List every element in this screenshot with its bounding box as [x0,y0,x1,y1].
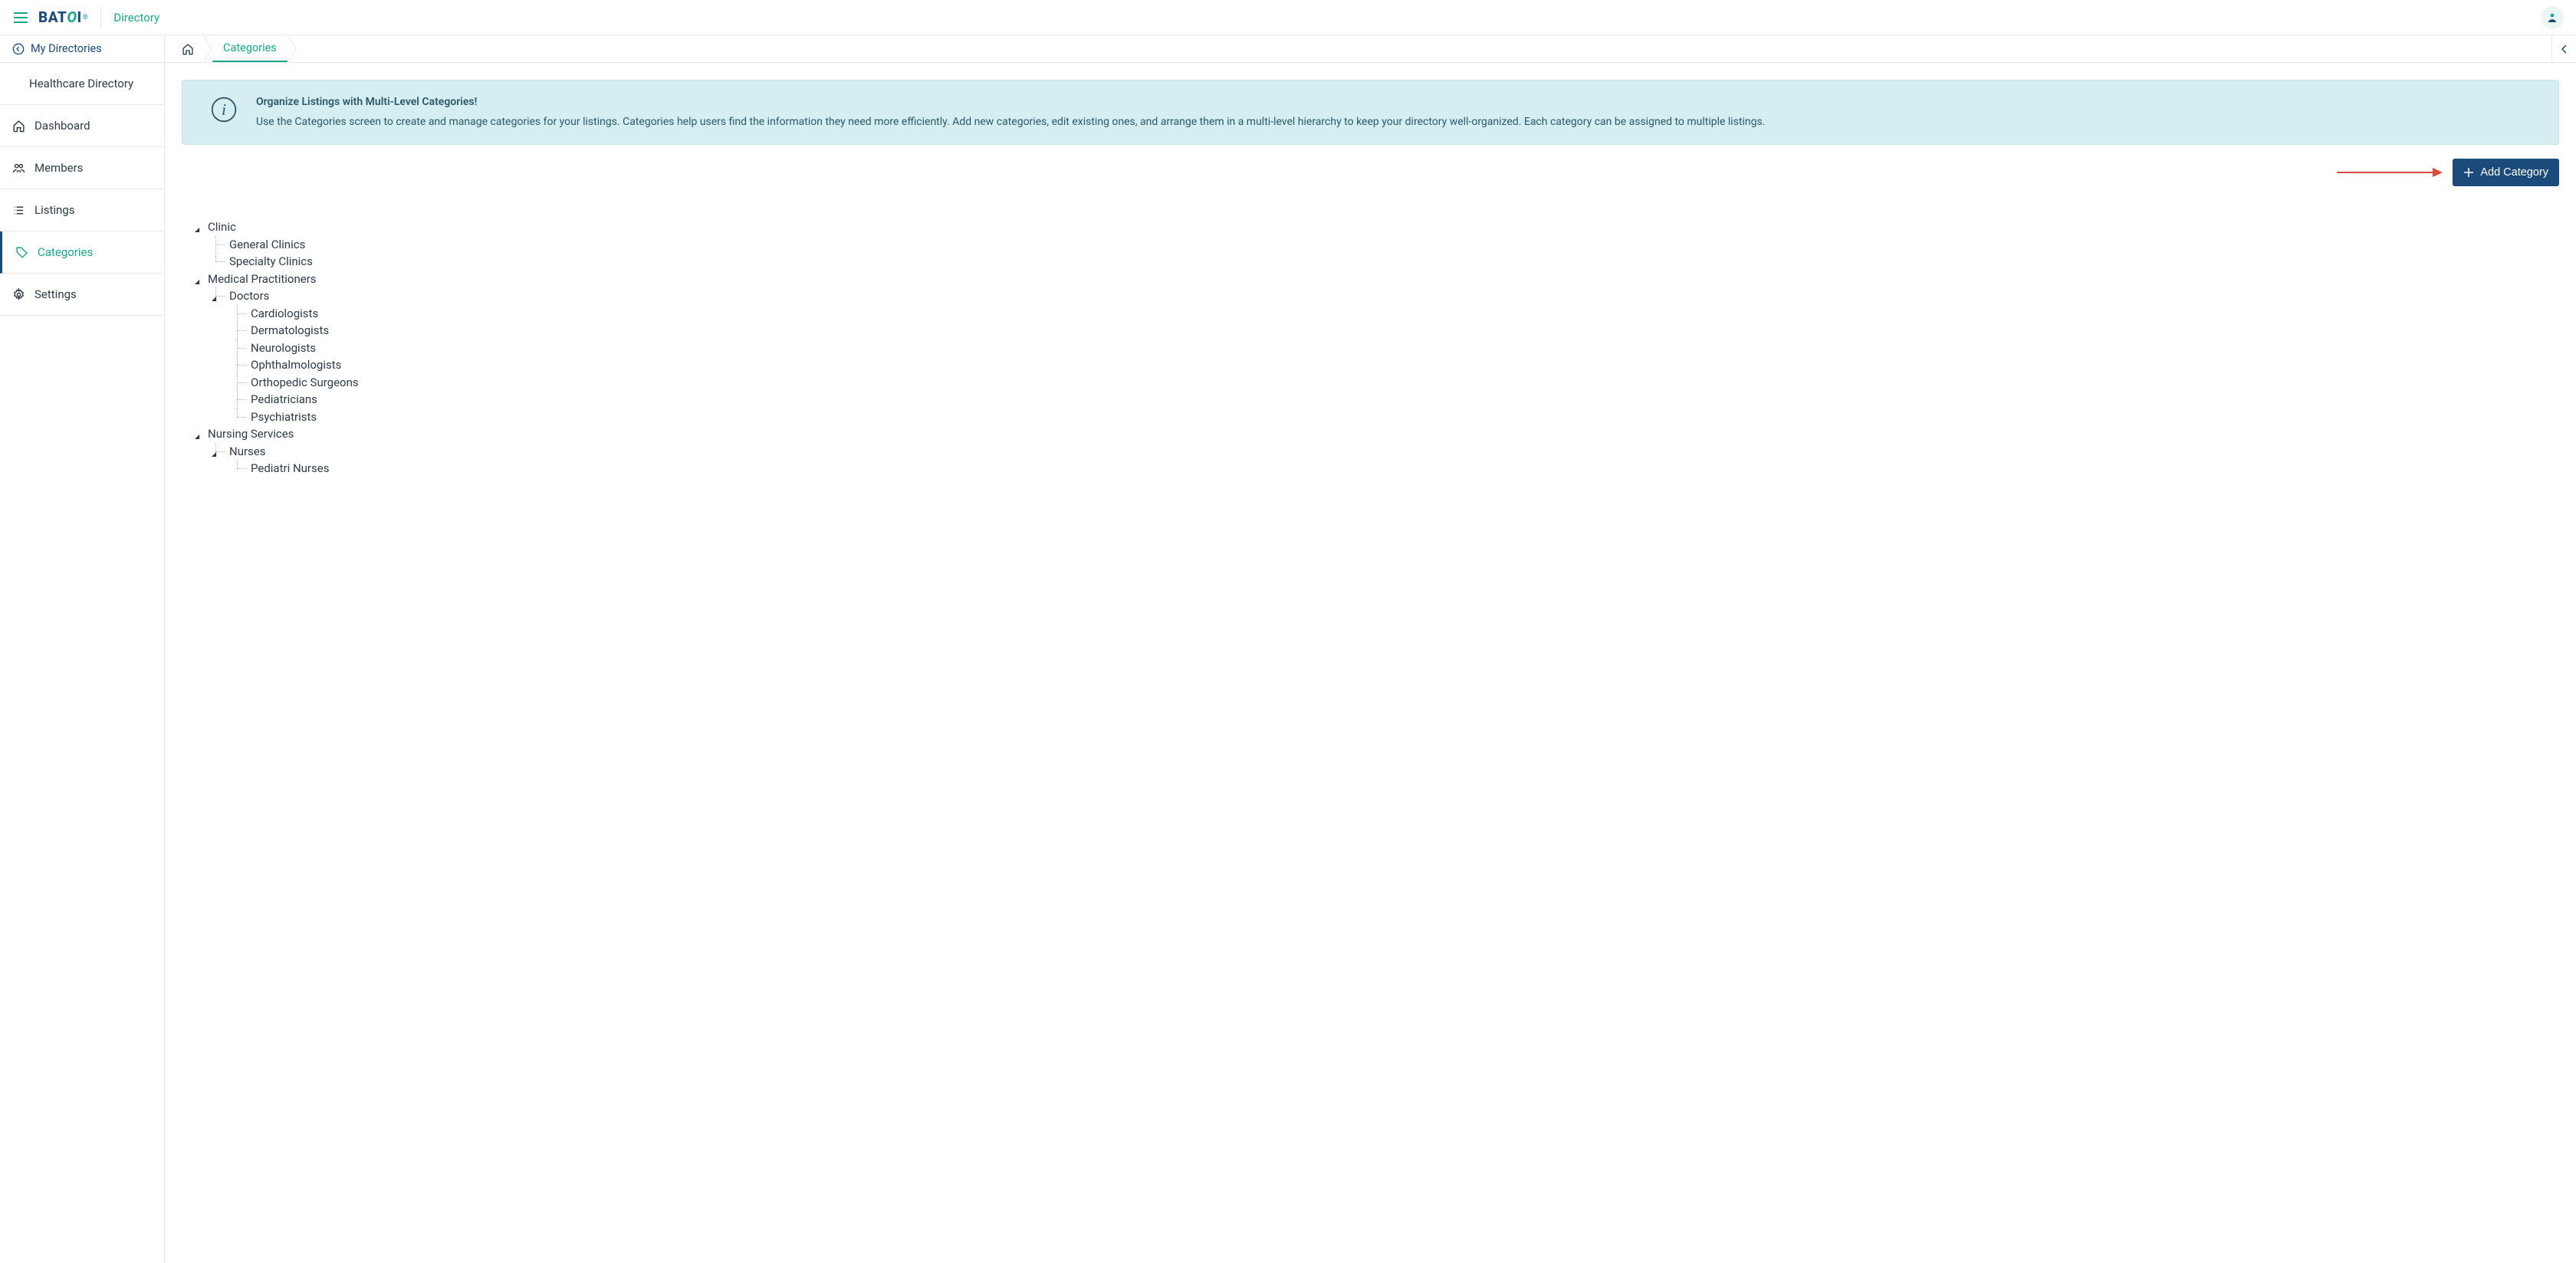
tree-node: Clinic General Clinics Specialty Clinics [199,218,2559,271]
breadcrumb-label: Categories [223,41,277,54]
tree-node-label[interactable]: Neurologists [251,341,316,355]
tree-node: Nursing Services Nurses Pediatri Nurses [199,425,2559,477]
home-icon [182,43,194,55]
sidebar-item-label: Settings [34,287,77,301]
tree-toggle-icon[interactable] [195,274,202,281]
sidebar-title: Healthcare Directory [0,63,164,105]
main-content: Categories i Organize Listings with Mult… [165,35,2576,1263]
tree-node: Pediatricians [237,391,2559,408]
sidebar-back-label: My Directories [31,42,102,55]
tree-node: Ophthalmologists [237,356,2559,374]
tree-node: Doctors Cardiologists Dermatologists Neurol… [215,287,2559,425]
tree-node: Nurses Pediatri Nurses [215,443,2559,477]
action-row: Add Category [182,159,2559,186]
tree-node-label[interactable]: Dermatologists [251,323,329,337]
sidebar-item-members[interactable]: Members [0,147,164,189]
sidebar: My Directories Healthcare Directory Dash… [0,35,165,1263]
gear-icon [12,288,25,301]
breadcrumb-categories[interactable]: Categories [212,35,288,62]
logo-text-part3: I [77,8,82,26]
info-icon: i [210,96,238,126]
banner-title: Organize Listings with Multi-Level Categ… [256,94,1765,111]
logo-text-part1: BAT [38,8,67,26]
logo[interactable]: BATOI® [38,7,101,28]
user-avatar-button[interactable] [2541,6,2564,29]
tree-node-label[interactable]: Psychiatrists [251,410,317,424]
tree-node-label[interactable]: Pediatricians [251,392,317,406]
svg-text:i: i [222,100,226,119]
sidebar-item-settings[interactable]: Settings [0,274,164,316]
sidebar-item-label: Members [34,161,83,175]
tree-node-label[interactable]: Doctors [229,289,269,303]
tree-node: Pediatri Nurses [237,460,2559,477]
tree-node: Orthopedic Surgeons [237,374,2559,392]
tree-node-label[interactable]: Cardiologists [251,307,318,320]
sidebar-item-label: Categories [38,245,93,259]
tree-node: Dermatologists [237,322,2559,340]
tree-node-label[interactable]: Ophthalmologists [251,358,341,372]
sidebar-item-label: Dashboard [34,119,90,133]
collapse-panel-button[interactable] [2551,35,2576,62]
tree-node-label[interactable]: Orthopedic Surgeons [251,376,359,389]
breadcrumb-separator [288,35,297,62]
sidebar-item-categories[interactable]: Categories [0,231,164,274]
sidebar-item-listings[interactable]: Listings [0,189,164,231]
category-tree: Clinic General Clinics Specialty Clinics Me… [199,218,2559,477]
add-category-label: Add Category [2480,166,2548,179]
annotation-arrow [2337,165,2444,180]
banner-body: Use the Categories screen to create and … [256,114,1765,131]
tree-node-label[interactable]: Nursing Services [208,427,294,441]
info-banner: i Organize Listings with Multi-Level Cat… [182,80,2559,145]
tree-node: Psychiatrists [237,408,2559,426]
back-arrow-icon [12,43,25,55]
sidebar-item-dashboard[interactable]: Dashboard [0,105,164,147]
tree-node-label[interactable]: General Clinics [229,238,305,251]
breadcrumb-separator [203,35,212,62]
breadcrumb-home[interactable] [182,35,203,62]
plus-icon [2463,167,2474,178]
sidebar-nav: Dashboard Members Listings Categories Se… [0,105,164,316]
user-icon [2545,11,2559,25]
tree-node-label[interactable]: Medical Practitioners [208,272,317,286]
sidebar-item-label: Listings [34,203,74,217]
tree-node: Specialty Clinics [215,253,2559,271]
tags-icon [15,246,28,259]
tree-node-label[interactable]: Clinic [208,220,236,234]
home-icon [12,120,25,133]
top-bar: BATOI® Directory [0,0,2576,35]
chevron-left-icon [2561,44,2568,54]
tree-toggle-icon[interactable] [212,446,219,454]
logo-text-part2: O [67,8,77,26]
tree-node-label[interactable]: Pediatri Nurses [251,461,329,475]
tree-node: Medical Practitioners Doctors Cardiologist… [199,271,2559,426]
add-category-button[interactable]: Add Category [2453,159,2559,186]
tree-toggle-icon[interactable] [212,290,219,298]
tree-node-label[interactable]: Nurses [229,445,266,458]
breadcrumb-bar: Categories [165,35,2576,63]
hamburger-icon [14,12,28,23]
tree-toggle-icon[interactable] [195,428,202,436]
tree-node: Neurologists [237,340,2559,357]
tree-node: General Clinics [215,236,2559,254]
logo-reg: ® [83,14,89,21]
app-name[interactable]: Directory [113,11,159,25]
members-icon [12,162,25,175]
menu-toggle-button[interactable] [9,8,32,28]
tree-node: Cardiologists [237,305,2559,323]
sidebar-back-link[interactable]: My Directories [0,35,164,63]
tree-toggle-icon[interactable] [195,221,202,229]
tree-node-label[interactable]: Specialty Clinics [229,254,313,268]
listings-icon [12,204,25,217]
